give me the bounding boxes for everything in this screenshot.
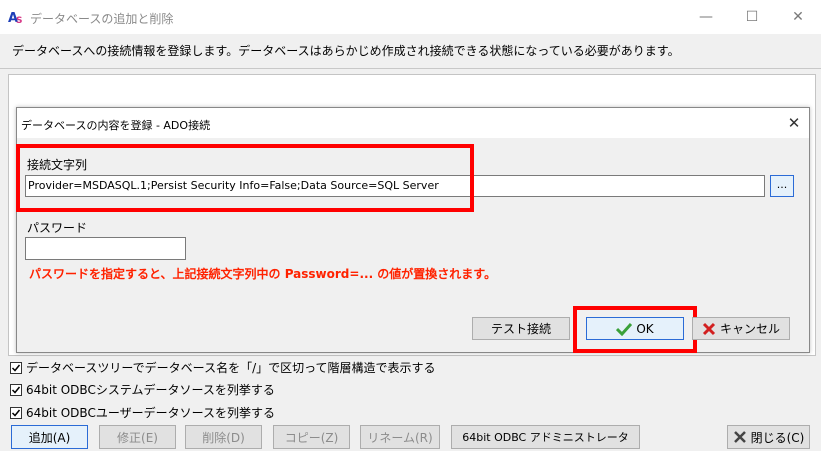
close-label: 閉じる(C) xyxy=(750,430,805,445)
maximize-icon: ☐ xyxy=(745,9,759,25)
checkmark-icon xyxy=(11,409,21,417)
delete-label: 削除(D) xyxy=(202,430,245,445)
close-icon: ✕ xyxy=(787,114,801,132)
cancel-label: キャンセル xyxy=(719,322,780,336)
copy-label: コピー(Z) xyxy=(284,430,339,445)
close-window-button[interactable]: ✕ xyxy=(775,0,821,34)
password-input[interactable] xyxy=(25,237,186,260)
browse-button[interactable]: ... xyxy=(770,175,794,197)
title-bar: A S データベースの追加と削除 — ☐ ✕ xyxy=(0,0,821,34)
dialog-title: データベースの内容を登録 - ADO接続 xyxy=(21,119,211,132)
delete-button[interactable]: 削除(D) xyxy=(185,425,262,449)
add-button[interactable]: 追加(A) xyxy=(11,425,88,449)
option-system-dsn[interactable]: 64bit ODBCシステムデータソースを列挙する xyxy=(10,381,275,398)
app-icon: A S xyxy=(8,11,22,25)
option-label: データベースツリーでデータベース名を「/」で区切って階層構造で表示する xyxy=(26,361,436,375)
option-tree-hierarchy[interactable]: データベースツリーでデータベース名を「/」で区切って階層構造で表示する xyxy=(10,359,436,376)
checkbox[interactable] xyxy=(10,361,22,374)
highlight-ok-button xyxy=(573,306,697,353)
odbc-admin-button[interactable]: 64bit ODBC アドミニストレータ xyxy=(451,425,640,449)
description-text: データベースへの接続情報を登録します。データベースはあらかじめ作成され接続できる… xyxy=(12,44,680,58)
highlight-connection-string xyxy=(16,144,474,212)
password-label: パスワード xyxy=(27,221,88,235)
close-icon: ✕ xyxy=(792,9,804,25)
cancel-button[interactable]: キャンセル xyxy=(692,317,790,340)
rename-label: リネーム(R) xyxy=(367,430,433,445)
option-label: 64bit ODBCシステムデータソースを列挙する xyxy=(26,383,275,397)
edit-label: 修正(E) xyxy=(117,430,158,445)
option-user-dsn[interactable]: 64bit ODBCユーザーデータソースを列挙する xyxy=(10,404,275,421)
odbc-admin-label: 64bit ODBC アドミニストレータ xyxy=(462,431,629,444)
minimize-icon: — xyxy=(699,9,713,25)
rename-button[interactable]: リネーム(R) xyxy=(360,425,440,449)
copy-button[interactable]: コピー(Z) xyxy=(273,425,350,449)
option-label: 64bit ODBCユーザーデータソースを列挙する xyxy=(26,406,275,420)
dialog-title-bar: データベースの内容を登録 - ADO接続 ✕ xyxy=(17,108,809,138)
checkmark-icon xyxy=(11,386,21,394)
dialog-close-button[interactable]: ✕ xyxy=(785,114,803,132)
password-warning: パスワードを指定すると、上記接続文字列中の Password=... の値が置換… xyxy=(29,267,497,281)
checkbox[interactable] xyxy=(10,383,22,396)
maximize-button[interactable]: ☐ xyxy=(729,0,775,34)
cancel-x-icon xyxy=(702,322,716,335)
divider xyxy=(0,68,821,69)
close-x-icon xyxy=(733,431,746,443)
minimize-button[interactable]: — xyxy=(683,0,729,34)
checkbox[interactable] xyxy=(10,406,22,419)
window-title: データベースの追加と削除 xyxy=(30,12,174,26)
test-connection-label: テスト接続 xyxy=(490,322,551,336)
ado-connection-dialog: データベースの内容を登録 - ADO接続 ✕ 接続文字列 Provider=MS… xyxy=(16,107,810,353)
checkmark-icon xyxy=(11,364,21,372)
close-button[interactable]: 閉じる(C) xyxy=(727,425,810,449)
svg-text:S: S xyxy=(16,16,22,25)
add-label: 追加(A) xyxy=(28,430,71,445)
edit-button[interactable]: 修正(E) xyxy=(99,425,176,449)
test-connection-button[interactable]: テスト接続 xyxy=(472,317,570,340)
